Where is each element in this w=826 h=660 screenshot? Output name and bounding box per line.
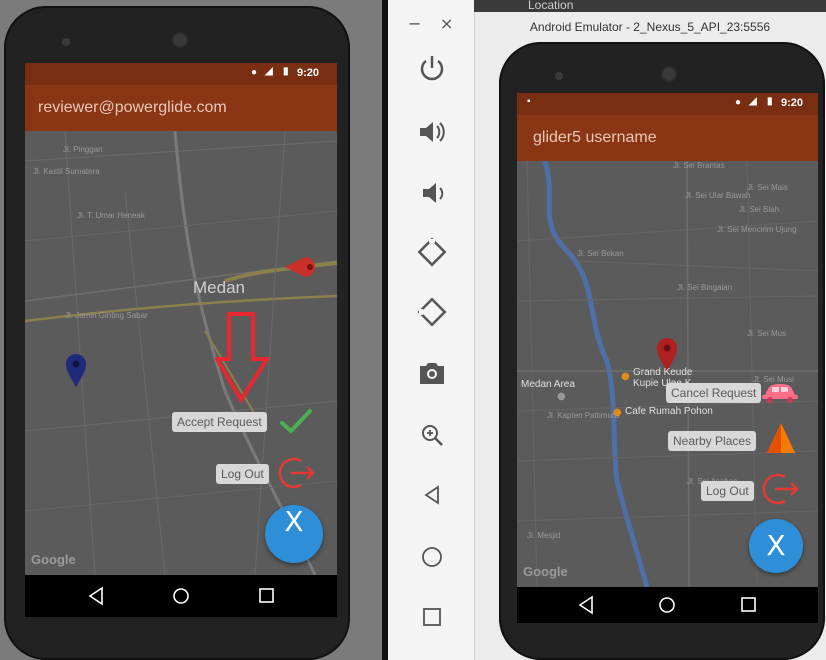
left-app-bar: reviewer@powerglide.com xyxy=(25,85,337,131)
street-label: Jl. Sei Mais xyxy=(747,183,788,192)
signal-icon: ◢ xyxy=(749,96,757,107)
street-label: Jl. Pinggan xyxy=(63,145,103,154)
right-status-bar: ▪ ● ◢ ▮ 9:20 xyxy=(517,93,818,115)
city-label: Medan xyxy=(193,278,245,297)
right-phone-camera xyxy=(663,68,675,80)
logout-button[interactable]: Log Out xyxy=(701,481,754,501)
ide-strip: Location xyxy=(474,0,826,12)
rotate-right-icon[interactable] xyxy=(416,296,448,328)
location-icon: ● xyxy=(251,67,258,78)
back-icon[interactable] xyxy=(87,586,105,606)
street-label: Jl. Sei Mencirim Ujung xyxy=(717,225,797,234)
rotate-left-icon[interactable] xyxy=(416,236,448,268)
location-icon: ● xyxy=(735,97,742,108)
user-location-marker-icon[interactable] xyxy=(65,353,87,389)
google-logo: Google xyxy=(31,552,76,567)
emulator-toolbar: − × xyxy=(388,0,475,660)
street-label: Jl. Sei Bekan xyxy=(577,249,624,258)
street-label: Jl. Jamin Ginting Sabar xyxy=(65,311,148,320)
street-label: Jl. T. Umar Heneak xyxy=(77,211,145,220)
home-icon[interactable] xyxy=(420,545,444,569)
home-icon[interactable] xyxy=(171,586,191,606)
street-label: Jl. Kapten Pattimura xyxy=(547,411,620,420)
notification-icon: ▪ xyxy=(527,96,531,107)
destination-marker-icon[interactable] xyxy=(283,253,323,279)
google-logo: Google xyxy=(523,564,568,579)
volume-down-icon[interactable] xyxy=(420,180,446,206)
left-phone-speaker xyxy=(62,38,70,46)
area-label: Medan Area xyxy=(521,379,575,390)
close-fab-button[interactable]: X xyxy=(265,505,323,563)
right-phone-speaker xyxy=(555,72,563,80)
cancel-request-button[interactable]: Cancel Request xyxy=(666,383,762,403)
place-label[interactable]: Cafe Rumah Pohon xyxy=(625,406,713,417)
overview-icon[interactable] xyxy=(421,606,443,628)
street-label: Jl. Sei Brantas xyxy=(673,161,725,170)
place-pin-icon: ● xyxy=(613,407,622,418)
status-time: 9:20 xyxy=(297,67,320,79)
minimize-button[interactable]: − xyxy=(408,14,421,33)
place-pin-icon: ● xyxy=(621,371,630,382)
down-arrow-annotation-icon xyxy=(215,312,269,403)
street-label: Jl. Sei Blah xyxy=(739,205,780,214)
street-label: Jl. Sei Bingaian xyxy=(677,283,733,292)
nearby-places-icon[interactable] xyxy=(765,421,797,455)
left-phone-camera xyxy=(174,34,186,46)
street-label: Jl. Mesjid xyxy=(527,531,561,540)
back-icon[interactable] xyxy=(577,595,595,615)
app-title: glider5 username xyxy=(533,129,657,146)
car-icon[interactable] xyxy=(760,379,800,405)
street-label: Jl. Sei Ular Bawah xyxy=(685,191,751,200)
street-label: Jl. Kastil Sumatera xyxy=(33,167,100,176)
overview-icon[interactable] xyxy=(740,596,758,614)
right-app-bar: glider5 username xyxy=(517,115,818,161)
ide-tab-location[interactable]: Location xyxy=(528,0,573,12)
check-icon[interactable] xyxy=(278,407,314,435)
left-nav-bar xyxy=(25,575,337,617)
logout-button[interactable]: Log Out xyxy=(216,464,269,484)
nearby-places-button[interactable]: Nearby Places xyxy=(668,431,757,451)
place-pin-icon: ● xyxy=(557,391,566,402)
home-icon[interactable] xyxy=(657,595,677,615)
status-time: 9:20 xyxy=(781,97,804,109)
emulator-title: Android Emulator - 2_Nexus_5_API_23:5556 xyxy=(529,20,771,34)
right-nav-bar xyxy=(517,587,818,623)
accept-request-button[interactable]: Accept Request xyxy=(172,412,267,432)
left-map[interactable]: Jl. Pinggan Jl. Kastil Sumatera Jl. T. U… xyxy=(25,131,337,575)
left-status-bar: ● ◢ ▮ 9:20 xyxy=(25,63,337,85)
signal-icon: ◢ xyxy=(265,66,273,77)
logout-icon[interactable] xyxy=(761,471,801,507)
street-label: Jl. Sei Mus xyxy=(747,329,787,338)
close-fab-button[interactable]: X xyxy=(749,519,803,573)
battery-icon: ▮ xyxy=(767,96,773,107)
battery-icon: ▮ xyxy=(283,66,289,77)
right-map[interactable]: Jl. Sei Brantas Jl. Sei Mais Jl. Sei Bla… xyxy=(517,161,818,587)
app-title: reviewer@powerglide.com xyxy=(38,99,227,116)
zoom-icon[interactable] xyxy=(419,422,447,450)
close-button[interactable]: × xyxy=(440,14,453,33)
volume-up-icon[interactable] xyxy=(417,118,447,146)
overview-icon[interactable] xyxy=(258,587,276,605)
logout-icon[interactable] xyxy=(277,455,317,491)
camera-icon[interactable] xyxy=(418,360,446,386)
back-icon[interactable] xyxy=(421,484,443,506)
power-icon[interactable] xyxy=(418,54,446,84)
